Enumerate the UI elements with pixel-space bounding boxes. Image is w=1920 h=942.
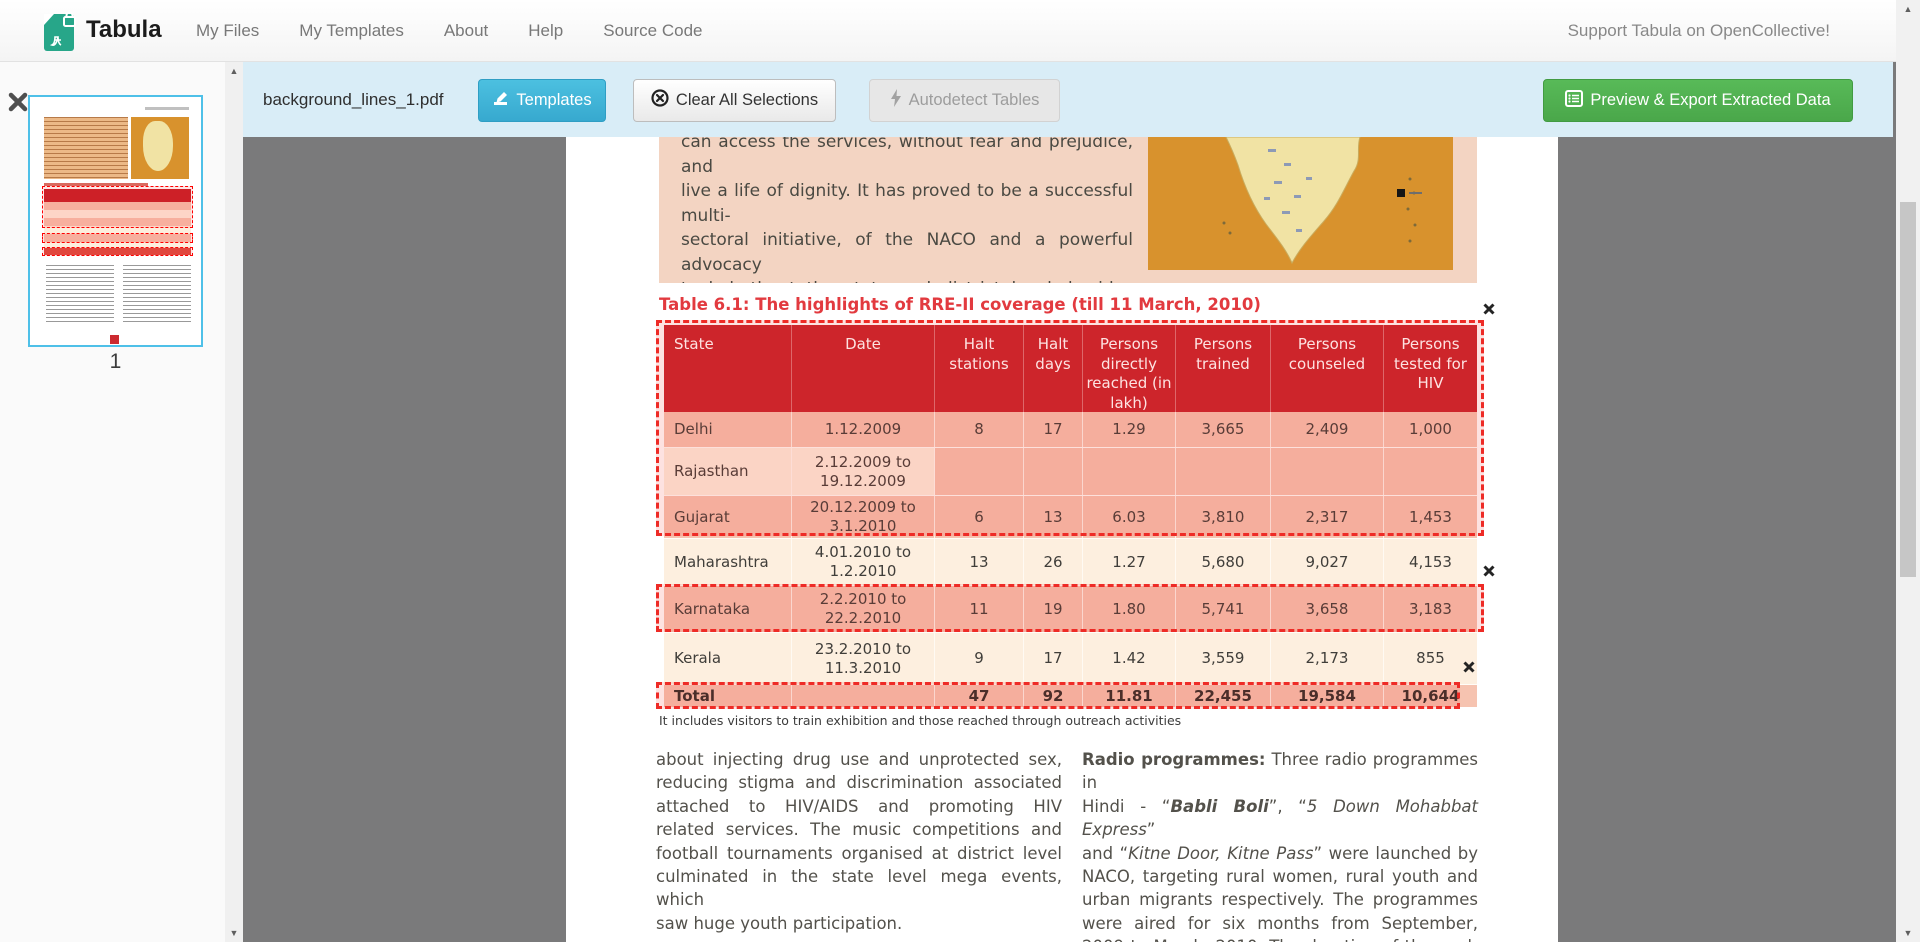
text-line: can access the services, without fear an… [681, 137, 1133, 179]
thumb-text-block [44, 117, 128, 179]
table-cell: 23.2.2010 to 11.3.2010 [792, 633, 935, 684]
save-template-icon [492, 90, 509, 112]
thumb-page-badge [110, 335, 119, 344]
support-link[interactable]: Support Tabula on OpenCollective! [1568, 21, 1830, 41]
filename-label: background_lines_1.pdf [263, 90, 444, 110]
templates-button[interactable]: Templates [478, 79, 606, 122]
selection-box[interactable] [656, 320, 1484, 536]
navbar: Tabula My Files My Templates About Help … [0, 0, 1920, 62]
table-row: Kerala23.2.2010 to 11.3.20109171.423,559… [664, 632, 1477, 684]
clear-all-selections-button[interactable]: Clear All Selections [633, 79, 836, 122]
page-number-label: 1 [28, 350, 203, 374]
brand-title: Tabula [86, 16, 162, 44]
intro-paragraph: can access the services, without fear an… [681, 137, 1133, 283]
table-footnote: It includes visitors to train exhibition… [659, 713, 1181, 728]
table-cell: 13 [935, 539, 1024, 585]
table-cell: 26 [1024, 539, 1083, 585]
lightning-bolt-icon [890, 89, 902, 112]
table-cell: 2,173 [1271, 633, 1384, 684]
main-viewport: background_lines_1.pdf Templates Clear A… [243, 62, 1896, 942]
table-cell: 5,680 [1176, 539, 1271, 585]
thumb-selection-box [42, 233, 193, 243]
scroll-down-icon[interactable]: ▼ [1896, 928, 1920, 938]
thumb-map [131, 117, 189, 179]
selection-close-icon[interactable] [1462, 659, 1478, 675]
thumb-selection-box [42, 247, 193, 256]
text-line: live a life of dignity. It has proved to… [681, 179, 1133, 228]
table-cell: 4,153 [1384, 539, 1477, 585]
table-row: Maharashtra4.01.2010 to 1.2.201013261.27… [664, 538, 1477, 585]
india-map-image [1148, 137, 1453, 270]
nav-item-my-files[interactable]: My Files [176, 21, 279, 41]
selection-box[interactable] [656, 584, 1484, 632]
text-line: Hindi - “Babli Boli”, “5 Down Mohabbat E… [1082, 795, 1478, 842]
nav-item-about[interactable]: About [424, 21, 508, 41]
table-title: Table 6.1: The highlights of RRE-II cove… [659, 295, 1261, 314]
text-line: attached to HIV/AIDS and promoting HIV [656, 795, 1062, 818]
nav-item-help[interactable]: Help [508, 21, 583, 41]
text-line: reducing stigma and discrimination assoc… [656, 771, 1062, 794]
text-line: 2009 to March, 2010. The duration of the… [1082, 935, 1478, 942]
table-cell: 1.27 [1083, 539, 1176, 585]
scroll-up-icon[interactable]: ▲ [225, 66, 243, 76]
table-list-icon [1565, 90, 1583, 112]
table-cell: Maharashtra [664, 539, 792, 585]
sidebar-scrollbar[interactable]: ▲ ▼ [225, 62, 243, 942]
nav-item-source-code[interactable]: Source Code [583, 21, 722, 41]
text-line: tool, both at the state and district lev… [681, 277, 1133, 283]
text-line: were aired for six months from September… [1082, 912, 1478, 935]
remove-page-close-icon[interactable] [8, 92, 28, 117]
table-cell: Kerala [664, 633, 792, 684]
templates-button-label: Templates [516, 91, 591, 110]
selection-close-icon[interactable] [1482, 301, 1498, 317]
text-line: and “Kitne Door, Kitne Pass” were launch… [1082, 842, 1478, 865]
thumb-text-column [46, 265, 114, 323]
tabula-logo-icon [44, 11, 78, 56]
remove-circle-icon [651, 89, 669, 112]
selection-box[interactable] [656, 682, 1460, 709]
scroll-down-icon[interactable]: ▼ [225, 928, 243, 938]
scroll-up-icon[interactable]: ▲ [1896, 4, 1920, 14]
text-line: urban migrants respectively. The program… [1082, 888, 1478, 911]
table-cell: 17 [1024, 633, 1083, 684]
window-scrollbar[interactable]: ▲ ▼ [1896, 0, 1920, 942]
table-cell: 4.01.2010 to 1.2.2010 [792, 539, 935, 585]
table-cell: 9,027 [1271, 539, 1384, 585]
table-cell: 1.42 [1083, 633, 1176, 684]
left-column-paragraph: about injecting drug use and unprotected… [656, 748, 1062, 935]
text-line: NACO, targeting rural women, rural youth… [1082, 865, 1478, 888]
text-line: about injecting drug use and unprotected… [656, 748, 1062, 771]
text-line: football tournaments organised at distri… [656, 842, 1062, 865]
thumb-selection-box [42, 186, 193, 228]
text-line: sectoral initiative, of the NACO and a p… [681, 228, 1133, 277]
table-cell: 9 [935, 633, 1024, 684]
selection-close-icon[interactable] [1482, 563, 1498, 579]
pdf-page[interactable]: can access the services, without fear an… [566, 137, 1558, 942]
table-cell: 3,559 [1176, 633, 1271, 684]
nav-menu: My Files My Templates About Help Source … [176, 0, 722, 62]
clear-button-label: Clear All Selections [676, 91, 818, 110]
export-button-label: Preview & Export Extracted Data [1590, 91, 1830, 110]
autodetect-button-label: Autodetect Tables [909, 91, 1040, 110]
sidebar: 1 [0, 62, 225, 942]
nav-item-my-templates[interactable]: My Templates [279, 21, 424, 41]
thumb-text-column [123, 265, 191, 323]
right-column-paragraph: Radio programmes: Three radio programmes… [1082, 748, 1478, 942]
scrollbar-thumb[interactable] [1900, 202, 1916, 577]
toolbar: background_lines_1.pdf Templates Clear A… [243, 62, 1893, 137]
autodetect-tables-button: Autodetect Tables [869, 79, 1060, 122]
text-line: culminated in the state level mega event… [656, 865, 1062, 912]
thumb-header-line [145, 107, 189, 110]
text-line: saw huge youth participation. [656, 912, 1062, 935]
preview-export-button[interactable]: Preview & Export Extracted Data [1543, 79, 1853, 122]
page-thumbnail[interactable] [28, 95, 203, 347]
text-line: Radio programmes: Three radio programmes… [1082, 748, 1478, 795]
text-line: related services. The music competitions… [656, 818, 1062, 841]
